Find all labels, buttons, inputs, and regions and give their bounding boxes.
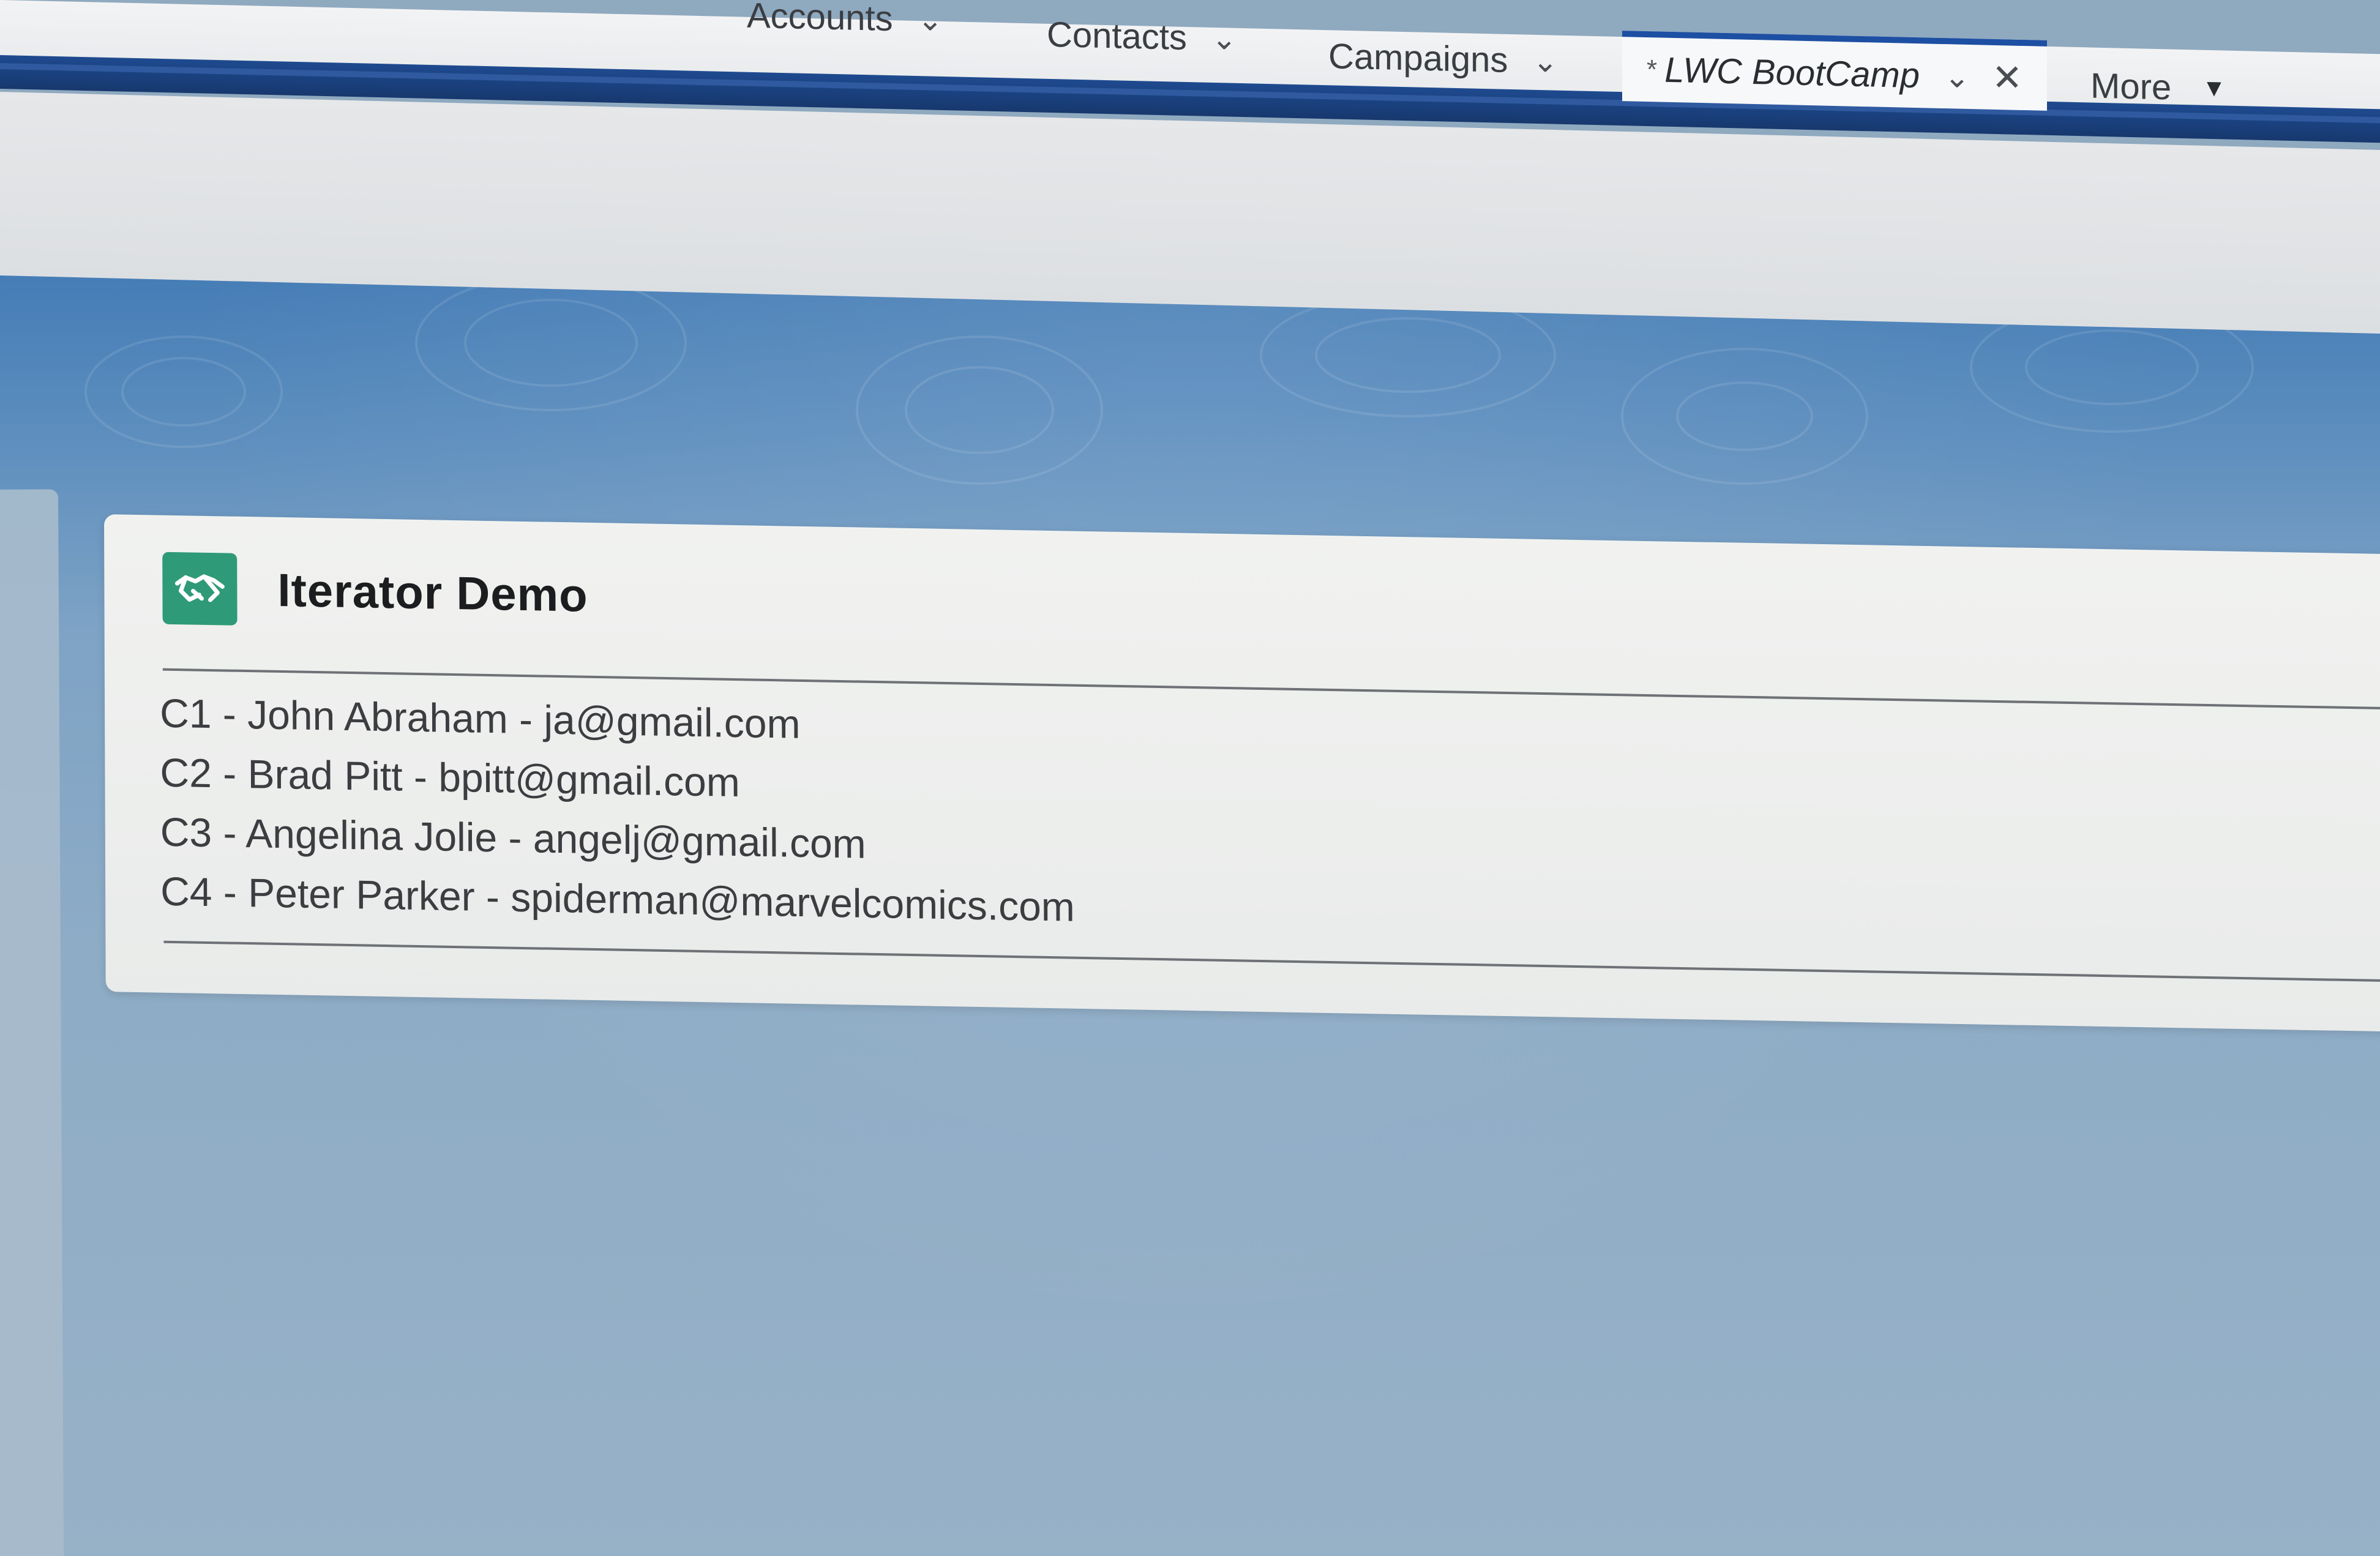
tab-label: Contacts xyxy=(1047,14,1187,58)
tab-label: Campaigns xyxy=(1328,36,1508,80)
unsaved-indicator: * xyxy=(1647,54,1658,84)
tab-accounts[interactable]: Accounts ⌄ xyxy=(747,0,943,52)
contact-list: C1 - John Abraham - ja@gmail.com C2 - Br… xyxy=(160,684,1075,937)
handshake-icon xyxy=(162,552,238,626)
card-title: Iterator Demo xyxy=(277,564,588,622)
tab-contacts[interactable]: Contacts ⌄ xyxy=(1047,2,1237,71)
more-tabs-button[interactable]: More ▼ xyxy=(2090,53,2226,121)
chevron-down-icon[interactable]: ⌄ xyxy=(918,2,943,38)
tab-label: LWC BootCamp xyxy=(1664,50,1920,96)
close-icon[interactable]: ✕ xyxy=(1992,56,2023,99)
more-label: More xyxy=(2090,65,2172,108)
left-side-panel xyxy=(0,489,64,1556)
tab-lwc-bootcamp[interactable]: * LWC BootCamp ⌄ ✕ xyxy=(1622,31,2048,111)
tab-campaigns[interactable]: Campaigns ⌄ xyxy=(1328,24,1558,94)
iterator-demo-card: Iterator Demo C1 - John Abraham - ja@gma… xyxy=(104,514,2380,1034)
divider xyxy=(163,940,2380,984)
handshake-glyph xyxy=(174,574,225,602)
chevron-down-icon[interactable]: ⌄ xyxy=(1944,59,1970,95)
card-header: Iterator Demo xyxy=(162,552,588,632)
caret-down-icon: ▼ xyxy=(2202,74,2226,102)
chevron-down-icon[interactable]: ⌄ xyxy=(1211,20,1237,56)
chevron-down-icon[interactable]: ⌄ xyxy=(1532,43,1558,79)
tab-label: Accounts xyxy=(747,0,893,39)
